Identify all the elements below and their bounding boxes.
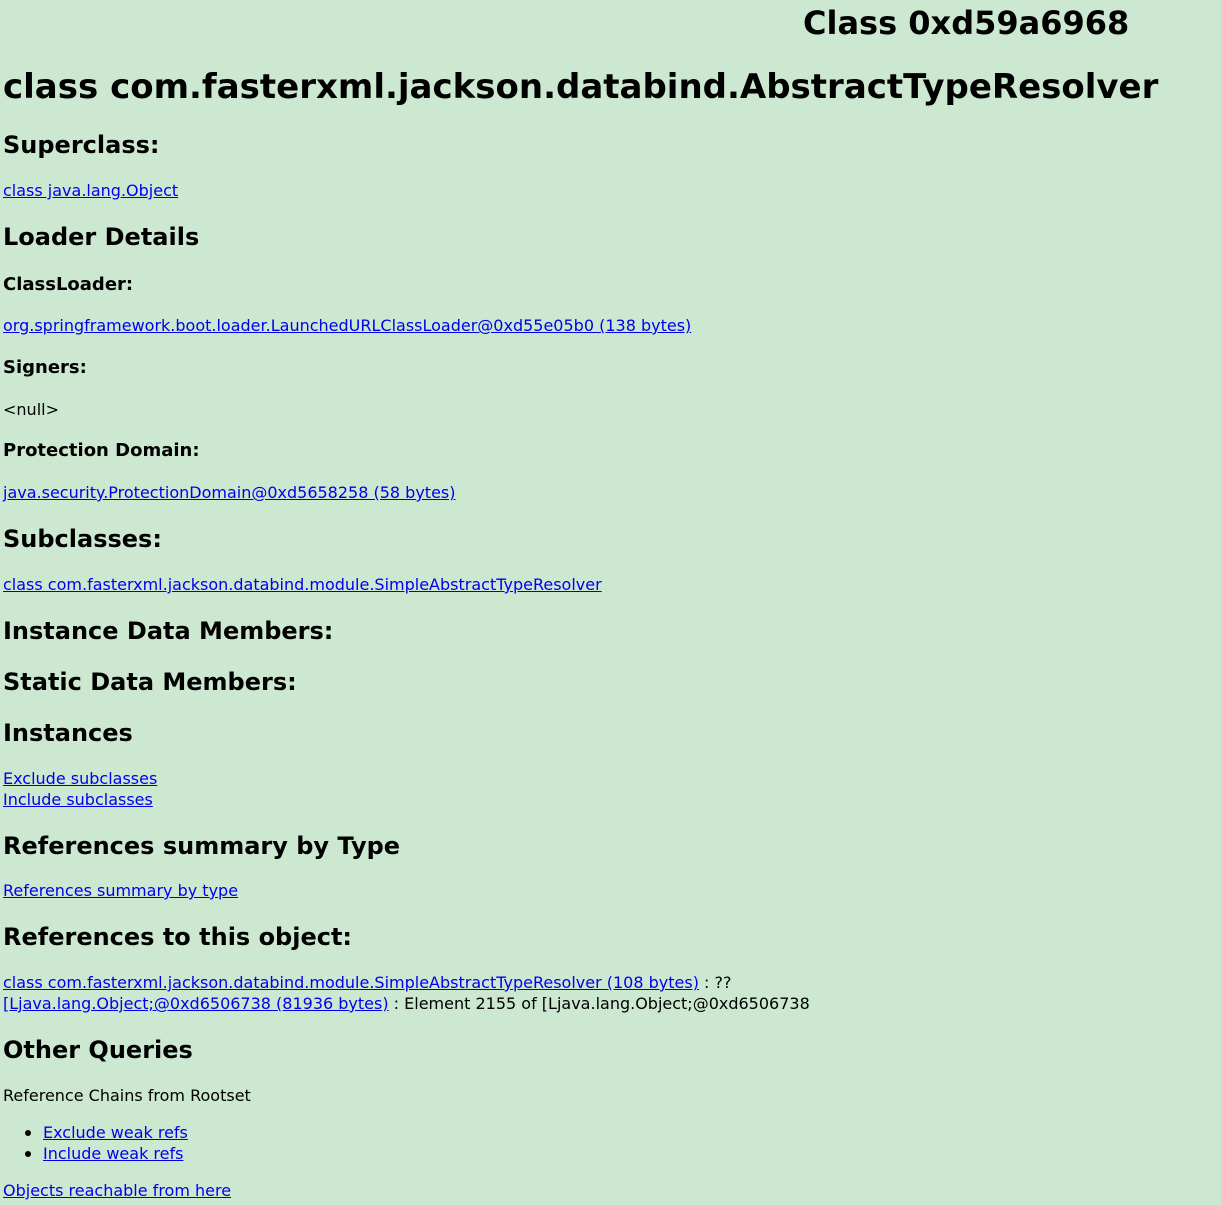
reference-chains-label: Reference Chains from Rootset bbox=[3, 1086, 251, 1105]
static-data-members-heading: Static Data Members: bbox=[3, 668, 297, 696]
reference-detail: : ?? bbox=[698, 973, 732, 992]
class-heading: class com.fasterxml.jackson.databind.Abs… bbox=[3, 67, 1159, 107]
classloader-link[interactable]: org.springframework.boot.loader.Launched… bbox=[3, 316, 691, 336]
page-title: Class 0xd59a6968 bbox=[803, 4, 1130, 42]
include-subclasses-link[interactable]: Include subclasses bbox=[3, 790, 153, 810]
subclass-link[interactable]: class com.fasterxml.jackson.databind.mod… bbox=[3, 575, 602, 595]
reference-link[interactable]: [Ljava.lang.Object;@0xd6506738 (81936 by… bbox=[3, 994, 389, 1013]
exclude-weak-refs-link[interactable]: Exclude weak refs bbox=[43, 1123, 188, 1143]
loader-details-heading: Loader Details bbox=[3, 223, 200, 251]
instance-data-members-heading: Instance Data Members: bbox=[3, 617, 334, 645]
exclude-subclasses-link[interactable]: Exclude subclasses bbox=[3, 769, 157, 789]
reference-row: [Ljava.lang.Object;@0xd6506738 (81936 by… bbox=[3, 994, 810, 1014]
references-to-heading: References to this object: bbox=[3, 923, 353, 951]
signers-label: Signers: bbox=[3, 357, 87, 378]
references-summary-link[interactable]: References summary by type bbox=[3, 881, 238, 901]
signers-value: <null> bbox=[3, 400, 59, 419]
superclass-link[interactable]: class java.lang.Object bbox=[3, 181, 178, 201]
superclass-heading: Superclass: bbox=[3, 131, 160, 159]
other-queries-heading: Other Queries bbox=[3, 1036, 193, 1064]
include-weak-refs-link[interactable]: Include weak refs bbox=[43, 1144, 183, 1164]
classloader-label: ClassLoader: bbox=[3, 274, 134, 295]
instances-heading: Instances bbox=[3, 719, 133, 747]
protection-domain-label: Protection Domain: bbox=[3, 440, 200, 461]
objects-reachable-link[interactable]: Objects reachable from here bbox=[3, 1181, 231, 1201]
bullet-icon bbox=[25, 1130, 31, 1136]
bullet-icon bbox=[25, 1151, 31, 1157]
reference-detail: : Element 2155 of [Ljava.lang.Object;@0x… bbox=[388, 994, 810, 1013]
subclasses-heading: Subclasses: bbox=[3, 525, 162, 553]
protection-domain-link[interactable]: java.security.ProtectionDomain@0xd565825… bbox=[3, 483, 455, 503]
reference-row: class com.fasterxml.jackson.databind.mod… bbox=[3, 973, 732, 993]
references-summary-heading: References summary by Type bbox=[3, 832, 401, 860]
reference-link[interactable]: class com.fasterxml.jackson.databind.mod… bbox=[3, 973, 699, 992]
